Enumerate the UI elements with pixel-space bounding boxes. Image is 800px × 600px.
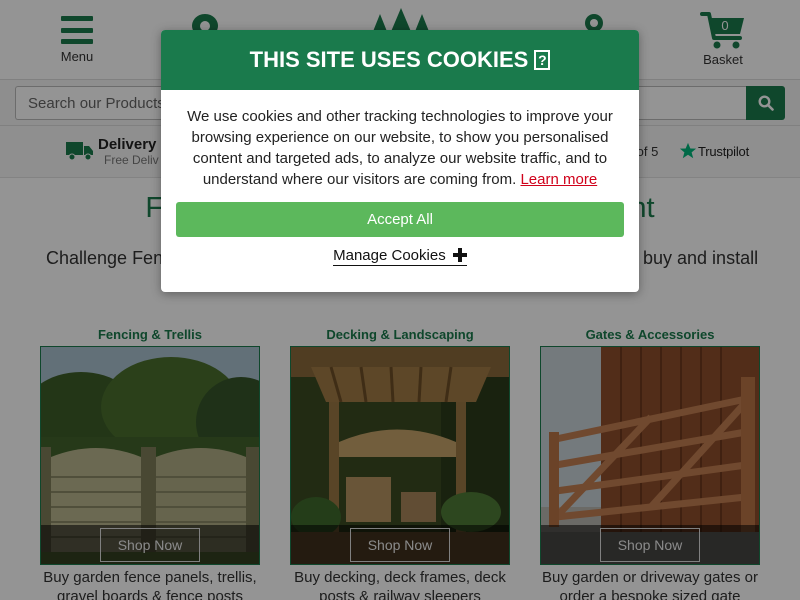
cookie-dialog-title: THIS SITE USES COOKIES	[249, 47, 529, 72]
cookie-dialog-body: We use cookies and other tracking techno…	[161, 90, 639, 190]
manage-cookies-label: Manage Cookies	[333, 247, 446, 264]
plus-icon	[452, 248, 467, 262]
accept-all-button[interactable]: Accept All	[176, 202, 624, 237]
learn-more-link[interactable]: Learn more	[520, 171, 597, 188]
cookie-dialog-header: THIS SITE USES COOKIES ?	[161, 30, 639, 90]
help-icon: ?	[534, 50, 551, 70]
manage-cookies-link[interactable]: Manage Cookies	[161, 247, 639, 266]
cookie-consent-dialog: THIS SITE USES COOKIES ? We use cookies …	[161, 30, 639, 292]
